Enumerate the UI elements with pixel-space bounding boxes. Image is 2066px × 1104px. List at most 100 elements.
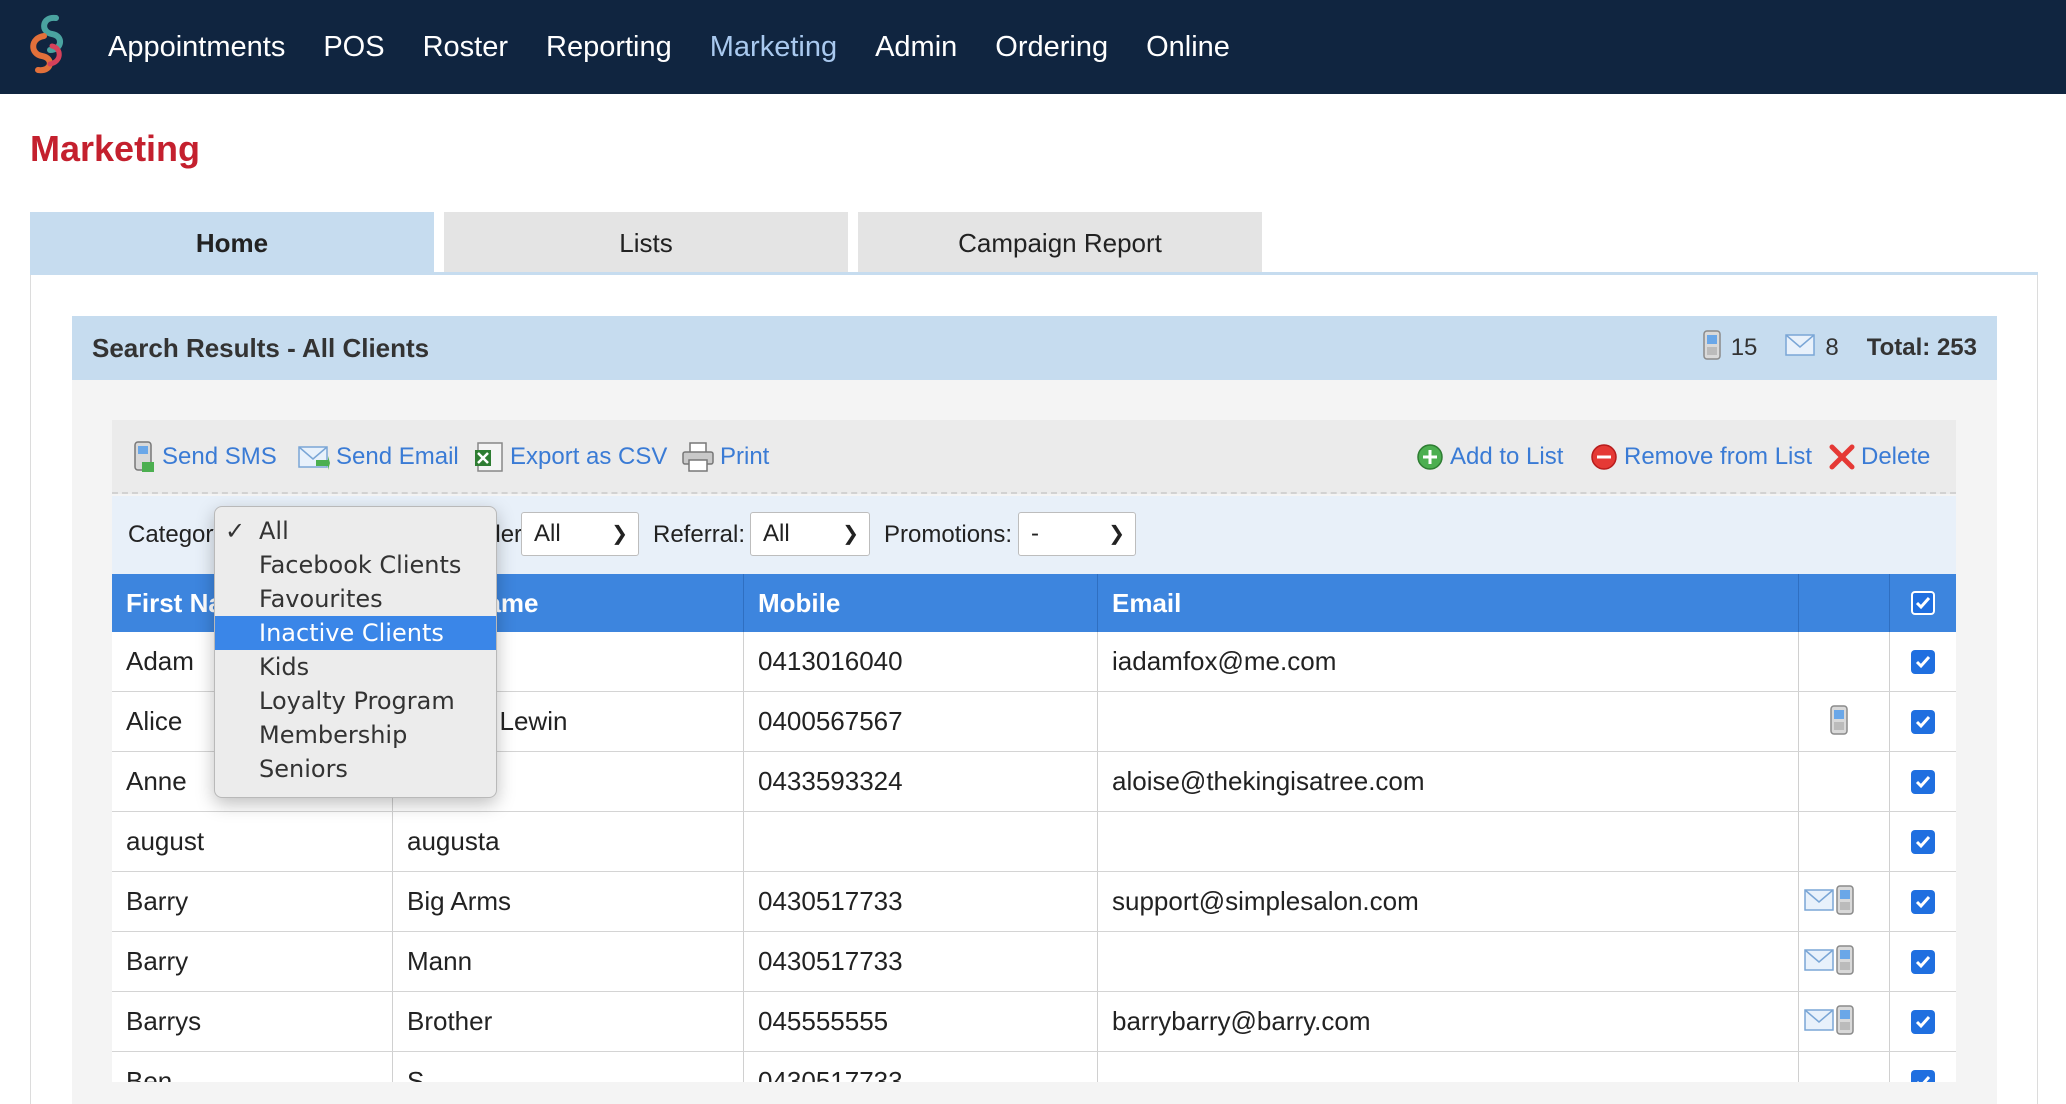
promotions-select[interactable]: - ❯: [1018, 512, 1136, 556]
select-all-checkbox[interactable]: [1911, 591, 1935, 615]
category-option-label: Kids: [259, 653, 310, 681]
last-name-cell: Mann: [407, 946, 473, 976]
action-toolbar: Send SMS Send Email Export as CSV Print …: [112, 420, 1956, 494]
mobile-phone-icon: [1836, 944, 1854, 980]
category-option-label: Facebook Clients: [259, 551, 462, 579]
row-checkbox[interactable]: [1911, 1010, 1935, 1034]
send-email-icon: [298, 444, 330, 470]
add-to-list-label: Add to List: [1450, 443, 1564, 470]
nav-item-pos[interactable]: POS: [323, 31, 384, 64]
mobile-phone-icon: [1830, 704, 1848, 740]
envelope-icon: [1785, 333, 1816, 363]
mobile-cell: [744, 812, 1097, 871]
email-cell: [1098, 812, 1798, 871]
last-name-cell: Brother: [407, 1006, 493, 1036]
column-divider: [1889, 872, 1890, 931]
category-option-seniors[interactable]: Seniors: [215, 752, 496, 786]
send-sms-label: Send SMS: [162, 443, 277, 470]
print-button[interactable]: Print: [682, 420, 769, 494]
table-row[interactable]: Barry Mann 0430517733: [112, 932, 1956, 992]
envelope-icon: [1804, 948, 1834, 976]
top-nav-bar: Appointments POS Roster Reporting Marketing A…: [0, 0, 2066, 94]
column-divider: [1889, 574, 1890, 632]
gender-select[interactable]: All ❯: [521, 512, 639, 556]
category-option-label: All: [259, 517, 289, 545]
contact-icons: [1804, 992, 1854, 1052]
column-header-email[interactable]: Email: [1098, 574, 1798, 632]
row-checkbox[interactable]: [1911, 950, 1935, 974]
email-cell: aloise@thekingisatree.com: [1112, 766, 1425, 796]
row-checkbox[interactable]: [1911, 890, 1935, 914]
promotions-filter-label: Promotions:: [884, 521, 1013, 548]
category-option-all[interactable]: ✓ All: [215, 514, 496, 548]
last-name-cell: augusta: [407, 826, 500, 856]
column-divider: [1097, 632, 1098, 691]
table-row[interactable]: Barrys Brother 045555555 barrybarry@barry.c…: [112, 992, 1956, 1052]
add-to-list-button[interactable]: Add to List: [1416, 420, 1563, 494]
column-divider: [743, 752, 744, 811]
referral-select[interactable]: All ❯: [750, 512, 870, 556]
referral-filter-label: Referral:: [653, 521, 746, 548]
app-logo-icon[interactable]: [22, 12, 76, 76]
plus-circle-icon: [1416, 443, 1444, 471]
tab-bar: Home Lists Campaign Report: [30, 212, 1272, 274]
mobile-phone-icon: [1836, 1004, 1854, 1040]
row-checkbox[interactable]: [1911, 710, 1935, 734]
first-name-cell: Barrys: [126, 1006, 202, 1036]
column-divider: [392, 812, 393, 871]
remove-from-list-label: Remove from List: [1624, 443, 1813, 470]
column-divider: [1097, 752, 1098, 811]
nav-item-reporting[interactable]: Reporting: [546, 31, 672, 64]
category-option-facebook-clients[interactable]: Facebook Clients: [215, 548, 496, 582]
nav-item-ordering[interactable]: Ordering: [995, 31, 1108, 64]
tab-lists[interactable]: Lists: [444, 212, 848, 274]
category-option-favourites[interactable]: Favourites: [215, 582, 496, 616]
search-results-title: Search Results - All Clients: [92, 333, 430, 363]
page-title: Marketing: [30, 128, 201, 169]
column-divider: [743, 812, 744, 871]
email-count: 8: [1825, 334, 1839, 361]
category-option-label: Favourites: [259, 585, 383, 613]
first-name-cell: august: [126, 826, 205, 856]
category-option-membership[interactable]: Membership: [215, 718, 496, 752]
contact-icons: [1830, 692, 1848, 752]
row-checkbox[interactable]: [1911, 830, 1935, 854]
table-row[interactable]: Barry Big Arms 0430517733 support@simplesal…: [112, 872, 1956, 932]
nav-item-online[interactable]: Online: [1146, 31, 1230, 64]
column-divider: [1097, 692, 1098, 751]
remove-from-list-button[interactable]: Remove from List: [1590, 420, 1812, 494]
send-email-button[interactable]: Send Email: [298, 420, 459, 494]
mobile-phone-icon: [1702, 329, 1721, 367]
category-option-kids[interactable]: Kids: [215, 650, 496, 684]
printer-icon: [682, 442, 714, 472]
tab-campaign-report[interactable]: Campaign Report: [858, 212, 1262, 274]
first-name-cell: Barry: [126, 946, 189, 976]
mobile-cell: 0433593324: [758, 766, 903, 796]
column-header-mobile[interactable]: Mobile: [744, 574, 1097, 632]
category-option-label: Seniors: [259, 755, 348, 783]
gender-select-value: All: [534, 520, 561, 547]
nav-item-roster[interactable]: Roster: [423, 31, 508, 64]
column-divider: [392, 992, 393, 1051]
column-divider: [1798, 812, 1799, 871]
export-csv-button[interactable]: Export as CSV: [474, 420, 667, 494]
table-row[interactable]: august augusta: [112, 812, 1956, 872]
chevron-down-icon: ❯: [842, 523, 859, 545]
nav-item-marketing[interactable]: Marketing: [710, 31, 837, 64]
category-option-inactive-clients[interactable]: Inactive Clients: [215, 616, 496, 650]
send-sms-button[interactable]: Send SMS: [132, 420, 277, 494]
nav-item-appointments[interactable]: Appointments: [108, 31, 285, 64]
email-cell: support@simplesalon.com: [1112, 886, 1419, 916]
column-divider: [1889, 752, 1890, 811]
column-divider: [1097, 932, 1098, 991]
nav-item-admin[interactable]: Admin: [875, 31, 957, 64]
main-nav: Appointments POS Roster Reporting Marketing A…: [108, 0, 1268, 94]
tab-home[interactable]: Home: [30, 212, 434, 274]
sms-count: 15: [1730, 334, 1758, 361]
row-checkbox[interactable]: [1911, 770, 1935, 794]
row-checkbox[interactable]: [1911, 650, 1935, 674]
search-results-header: Search Results - All Clients 15 8 Total:…: [72, 316, 1997, 380]
category-option-loyalty-program[interactable]: Loyalty Program: [215, 684, 496, 718]
column-divider: [1798, 992, 1799, 1051]
delete-button[interactable]: Delete: [1829, 420, 1930, 494]
